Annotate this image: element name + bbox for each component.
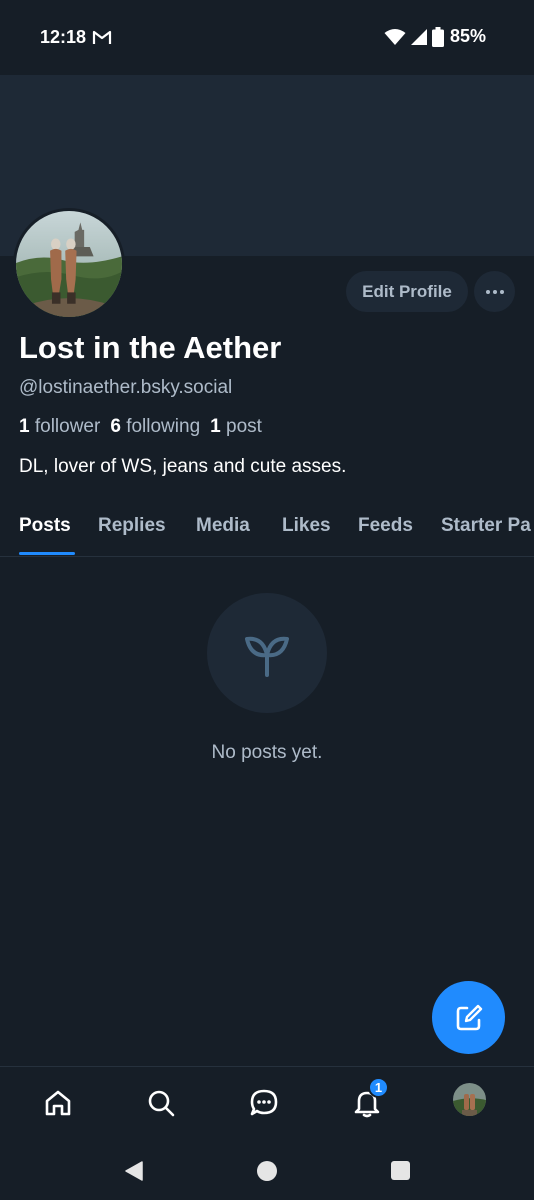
back-icon[interactable] [124,1161,144,1181]
tab-media[interactable]: Media [196,515,250,537]
followers-label: follower [34,416,101,437]
battery-icon [431,26,444,47]
profile-handle: @lostinaether.bsky.social [19,377,233,398]
empty-state-icon-circle [207,593,327,713]
following-stat[interactable]: 6 following [110,416,200,438]
active-tab-indicator [19,552,75,555]
more-options-button[interactable] [474,271,515,312]
following-label: following [126,416,201,437]
nav-chat[interactable] [244,1083,284,1123]
compose-icon [456,1004,482,1030]
profile-bio: DL, lover of WS, jeans and cute asses. [19,456,347,477]
following-count: 6 [110,416,121,437]
chat-icon [250,1089,278,1116]
search-icon [148,1090,175,1117]
posts-count: 1 [210,416,221,437]
nav-profile-avatar[interactable] [453,1083,486,1116]
followers-count: 1 [19,416,30,437]
recents-icon[interactable] [391,1161,410,1180]
display-name: Lost in the Aether [19,330,282,365]
sprout-icon [245,636,289,677]
tab-replies[interactable]: Replies [98,515,166,537]
battery-percent: 85% [449,26,486,46]
profile-avatar[interactable] [13,208,125,320]
notifications-badge: 1 [368,1077,389,1098]
status-time: 12:18 [40,27,87,47]
profile-tabs: Posts Replies Media Likes Feeds Starter … [0,500,534,557]
tab-starter-packs[interactable]: Starter Pa [441,515,531,537]
edit-profile-button[interactable]: Edit Profile [346,271,468,312]
system-nav-bar [0,1140,534,1200]
signal-icon [410,28,427,45]
nav-search[interactable] [141,1083,181,1123]
tab-posts[interactable]: Posts [19,515,71,537]
status-bar: 12:18 85% [0,0,534,75]
tab-likes[interactable]: Likes [282,515,331,537]
wifi-icon [384,28,406,45]
avatar-image [16,211,122,317]
home-icon [45,1090,71,1116]
tab-feeds[interactable]: Feeds [358,515,413,537]
ellipsis-icon [485,289,504,294]
profile-stats: 1 follower 6 following 1 post [19,416,262,438]
nav-avatar-image [453,1083,486,1116]
empty-state-text: No posts yet. [211,742,323,763]
home-nav-icon[interactable] [256,1160,278,1182]
nav-home[interactable] [38,1083,78,1123]
compose-post-button[interactable] [432,981,505,1054]
status-indicators: 85% [384,26,486,47]
gmail-icon [92,30,112,44]
posts-label: post [226,416,262,437]
followers-stat[interactable]: 1 follower [19,416,100,438]
posts-stat: 1 post [210,416,262,438]
